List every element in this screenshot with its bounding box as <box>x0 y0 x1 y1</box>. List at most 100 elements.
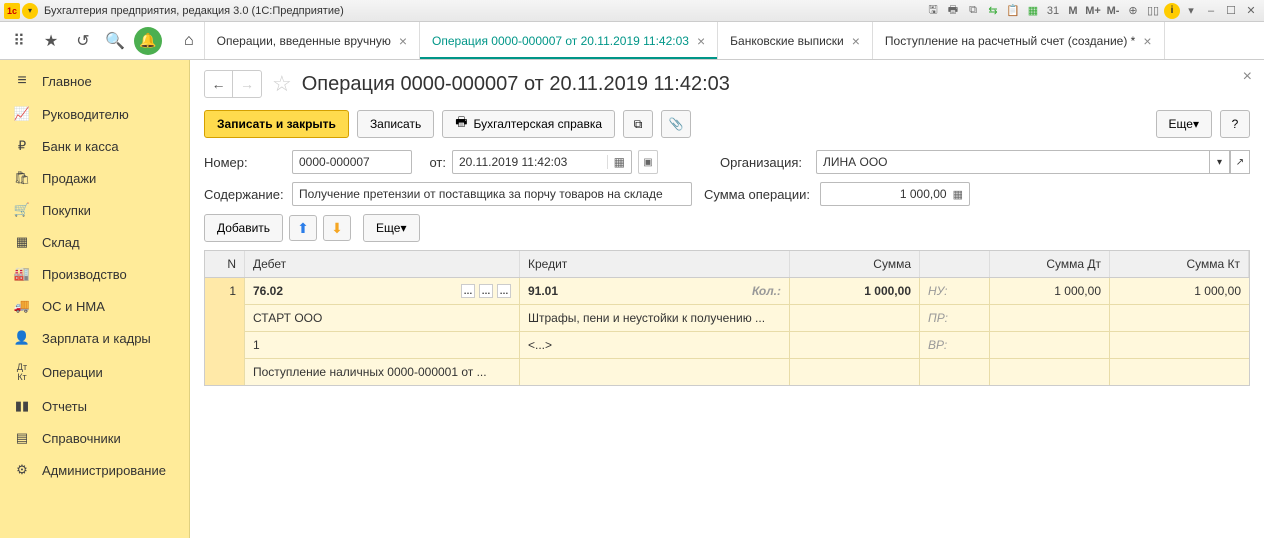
favorites-icon[interactable]: ★ <box>38 28 64 54</box>
sidebar-item-sales[interactable]: 🛍Продажи <box>0 162 189 194</box>
chevron-down-icon: ▾ <box>400 221 406 235</box>
calc-icon[interactable]: ▦ <box>1024 3 1042 19</box>
sum-kt-cell[interactable]: 1 000,00 <box>1110 278 1249 385</box>
sidebar-item-main[interactable]: ≡Главное <box>0 64 189 98</box>
sidebar-item-stock[interactable]: ▦Склад <box>0 226 189 258</box>
col-sum-dt[interactable]: Сумма Дт <box>990 251 1110 277</box>
nav-back-button[interactable]: ← <box>205 71 233 97</box>
tab-close-icon[interactable]: × <box>399 33 407 49</box>
compare-icon[interactable]: ⇆ <box>984 3 1002 19</box>
debit-subkonto-1[interactable]: СТАРТ ООО <box>245 305 519 332</box>
credit-subkonto-1[interactable]: Штрафы, пени и неустойки к получению ... <box>520 305 789 332</box>
nu-cell: НУ: ПР: ВР: <box>920 278 990 385</box>
ellipsis-icon[interactable]: … <box>461 284 475 298</box>
history-icon[interactable]: ↺ <box>70 28 96 54</box>
print-reference-button[interactable]: 🖶Бухгалтерская справка <box>442 110 615 138</box>
tab-label: Операции, введенные вручную <box>217 34 391 48</box>
sum-cell[interactable]: 1 000,00 <box>790 278 920 385</box>
sidebar-item-reports[interactable]: ▮▮Отчеты <box>0 390 189 422</box>
sidebar-item-production[interactable]: 🏭Производство <box>0 258 189 290</box>
org-value: ЛИНА ООО <box>823 155 888 169</box>
org-open-icon[interactable]: ↗ <box>1230 150 1250 174</box>
calendar-icon[interactable]: 31 <box>1044 3 1062 19</box>
sidebar-item-admin[interactable]: ⚙Администрирование <box>0 454 189 486</box>
debit-subkonto-2[interactable]: 1 <box>245 332 519 359</box>
calendar-picker-icon[interactable]: ▦ <box>607 155 625 169</box>
ellipsis-icon[interactable]: … <box>479 284 493 298</box>
notifications-icon[interactable]: 🔔 <box>134 27 162 55</box>
org-dropdown-icon[interactable]: ▾ <box>1210 150 1230 174</box>
sum-op-input[interactable]: 1 000,00 ▦ <box>820 182 970 206</box>
date-input[interactable]: 20.11.2019 11:42:03 ▦ <box>452 150 632 174</box>
info-icon[interactable]: i <box>1164 3 1180 19</box>
sidebar-item-manager[interactable]: 📈Руководителю <box>0 98 189 130</box>
col-sum[interactable]: Сумма <box>790 251 920 277</box>
button-label: Еще <box>376 221 400 235</box>
move-up-button[interactable]: ⬆ <box>289 215 317 241</box>
zoom-icon[interactable]: ⊕ <box>1124 3 1142 19</box>
search-icon[interactable]: 🔍 <box>102 28 128 54</box>
table-row[interactable]: 1 76.02 … … … СТАРТ ООО 1 Поступление на… <box>205 278 1249 385</box>
m-button[interactable]: M <box>1064 3 1082 19</box>
sidebar-item-assets[interactable]: 🚚ОС и НМА <box>0 290 189 322</box>
save-and-close-button[interactable]: Записать и закрыть <box>204 110 349 138</box>
favorite-star-icon[interactable]: ☆ <box>272 71 292 97</box>
content-label: Содержание: <box>204 187 286 202</box>
col-sum-kt[interactable]: Сумма Кт <box>1110 251 1249 277</box>
number-input[interactable]: 0000-000007 <box>292 150 412 174</box>
tab-close-icon[interactable]: × <box>697 33 705 49</box>
dtkt-icon: ДтКт <box>12 362 32 382</box>
maximize-button[interactable]: ☐ <box>1222 3 1240 19</box>
ellipsis-icon[interactable]: … <box>497 284 511 298</box>
nav-forward-button[interactable]: → <box>233 71 261 97</box>
home-tab[interactable]: ⌂ <box>174 22 205 59</box>
tab-close-icon[interactable]: × <box>1143 33 1151 49</box>
calculator-icon[interactable]: ▦ <box>953 188 963 201</box>
credit-subkonto-2[interactable]: <...> <box>520 332 789 359</box>
structure-button[interactable]: ⧉ <box>623 110 653 138</box>
minimize-button[interactable]: – <box>1202 3 1220 19</box>
preview-icon[interactable]: ⧉ <box>964 3 982 19</box>
app-menu-dropdown[interactable]: ▾ <box>22 3 38 19</box>
close-window-button[interactable]: ✕ <box>1242 3 1260 19</box>
book-icon: ▤ <box>12 430 32 446</box>
clipboard-icon[interactable]: 📋 <box>1004 3 1022 19</box>
save-button[interactable]: Записать <box>357 110 434 138</box>
move-down-button[interactable]: ⬇ <box>323 215 351 241</box>
sidebar-item-bank[interactable]: ₽Банк и касса <box>0 130 189 162</box>
tab-operation-doc[interactable]: Операция 0000-000007 от 20.11.2019 11:42… <box>420 22 718 59</box>
tab-close-icon[interactable]: × <box>852 33 860 49</box>
print-icon[interactable]: 🖶 <box>944 3 962 19</box>
debit-subkonto-3[interactable]: Поступление наличных 0000-000001 от ... <box>245 359 519 385</box>
attach-button[interactable]: 📎 <box>661 110 691 138</box>
table-more-button[interactable]: Еще ▾ <box>363 214 419 242</box>
tab-bank-statements[interactable]: Банковские выписки × <box>718 22 873 59</box>
info-dropdown-icon[interactable]: ▾ <box>1182 3 1200 19</box>
number-row: Номер: 0000-000007 от: 20.11.2019 11:42:… <box>204 150 1250 174</box>
tab-manual-operations[interactable]: Операции, введенные вручную × <box>205 22 420 59</box>
save-icon[interactable]: 🖫 <box>924 3 942 19</box>
org-select[interactable]: ЛИНА ООО ▾ ↗ <box>816 150 1250 174</box>
add-row-button[interactable]: Добавить <box>204 214 283 242</box>
col-n[interactable]: N <box>205 251 245 277</box>
sidebar-item-hr[interactable]: 👤Зарплата и кадры <box>0 322 189 354</box>
col-debit[interactable]: Дебет <box>245 251 520 277</box>
content-input[interactable]: Получение претензии от поставщика за пор… <box>292 182 692 206</box>
help-button[interactable]: ? <box>1220 110 1250 138</box>
more-button[interactable]: Еще ▾ <box>1156 110 1212 138</box>
col-credit[interactable]: Кредит <box>520 251 790 277</box>
col-nu[interactable] <box>920 251 990 277</box>
close-document-button[interactable]: × <box>1243 68 1252 86</box>
sidebar-item-operations[interactable]: ДтКтОперации <box>0 354 189 390</box>
apps-icon[interactable]: ⠿ <box>6 28 32 54</box>
date-extra-button[interactable]: ▣ <box>638 150 658 174</box>
sidebar-item-purchases[interactable]: 🛒Покупки <box>0 194 189 226</box>
credit-cell[interactable]: 91.01 Кол.: Штрафы, пени и неустойки к п… <box>520 278 790 385</box>
panels-icon[interactable]: ▯▯ <box>1144 3 1162 19</box>
sum-dt-cell[interactable]: 1 000,00 <box>990 278 1110 385</box>
m-minus-button[interactable]: M- <box>1104 3 1122 19</box>
sidebar-item-catalogs[interactable]: ▤Справочники <box>0 422 189 454</box>
debit-cell[interactable]: 76.02 … … … СТАРТ ООО 1 Поступление нали… <box>245 278 520 385</box>
tab-incoming-payment[interactable]: Поступление на расчетный счет (создание)… <box>873 22 1165 59</box>
m-plus-button[interactable]: M+ <box>1084 3 1102 19</box>
